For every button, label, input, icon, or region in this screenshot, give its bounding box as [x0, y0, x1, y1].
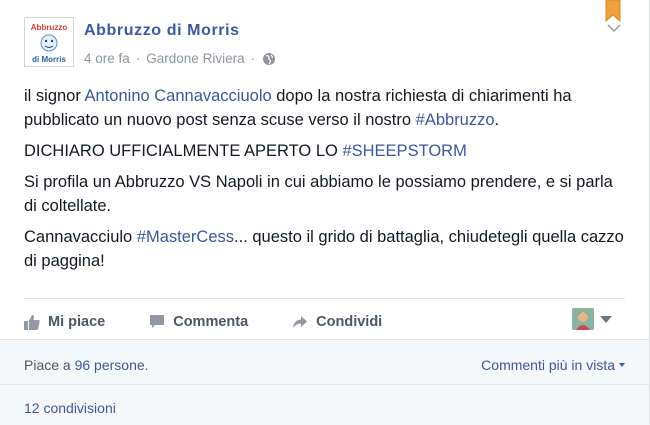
svg-text:di Morris: di Morris [32, 55, 66, 64]
shares-link[interactable]: 12 condivisioni [24, 400, 116, 416]
post-footer: Piace a 96 persone. Commenti più in vist… [0, 339, 649, 425]
post-paragraph: il signor Antonino Cannavacciuolo dopo l… [24, 87, 572, 129]
globe-icon[interactable] [262, 52, 276, 66]
audience-selector[interactable] [572, 308, 612, 330]
share-icon [293, 316, 308, 328]
post-body: il signor Antonino Cannavacciuolo dopo l… [24, 84, 624, 280]
meta-separator: · [135, 51, 141, 66]
meta-separator: · [250, 51, 256, 66]
caret-down-icon [619, 363, 625, 367]
like-button[interactable]: Mi piace [24, 314, 105, 330]
user-avatar-icon [572, 308, 594, 330]
post-paragraph: DICHIARO UFFICIALMENTE APERTO LO #SHEEPS… [24, 142, 467, 160]
comment-sort-dropdown[interactable]: Commenti più in vista [481, 357, 625, 373]
svg-text:Abbruzzo: Abbruzzo [31, 23, 68, 32]
action-bar: Mi piace Commenta Condividi [24, 306, 624, 338]
post-author[interactable]: Abbruzzo di Morris [84, 22, 240, 40]
hashtag-link[interactable]: #MasterCess [137, 228, 234, 246]
hashtag-link[interactable]: #Abbruzzo [416, 111, 495, 129]
bookmark-icon[interactable] [604, 0, 622, 22]
post-meta: 4 ore fa · Gardone Riviera · [84, 51, 276, 66]
divider [24, 298, 625, 299]
caret-down-icon [600, 315, 612, 323]
post-timestamp[interactable]: 4 ore fa [84, 51, 130, 66]
mention-link[interactable]: Antonino Cannavacciuolo [85, 87, 272, 105]
likes-summary: Piace a 96 persone. [24, 357, 149, 373]
divider [0, 384, 649, 385]
hashtag-link[interactable]: #SHEEPSTORM [342, 142, 466, 160]
post-paragraph: Si profila un Abbruzzo VS Napoli in cui … [24, 173, 613, 215]
thumbs-up-icon [24, 315, 40, 330]
avatar[interactable]: Abbruzzo di Morris [24, 17, 74, 67]
post-paragraph: Cannavacciulo #MasterCess... questo il g… [24, 228, 624, 270]
share-button[interactable]: Condividi [292, 314, 382, 330]
comment-icon [150, 315, 165, 328]
post-card: Abbruzzo di Morris Abbruzzo di Morris 4 … [0, 0, 650, 425]
comment-button[interactable]: Commenta [149, 314, 248, 330]
chevron-down-icon[interactable] [607, 23, 621, 33]
post-location[interactable]: Gardone Riviera [146, 51, 244, 66]
likes-count-link[interactable]: 96 persone [75, 357, 145, 373]
